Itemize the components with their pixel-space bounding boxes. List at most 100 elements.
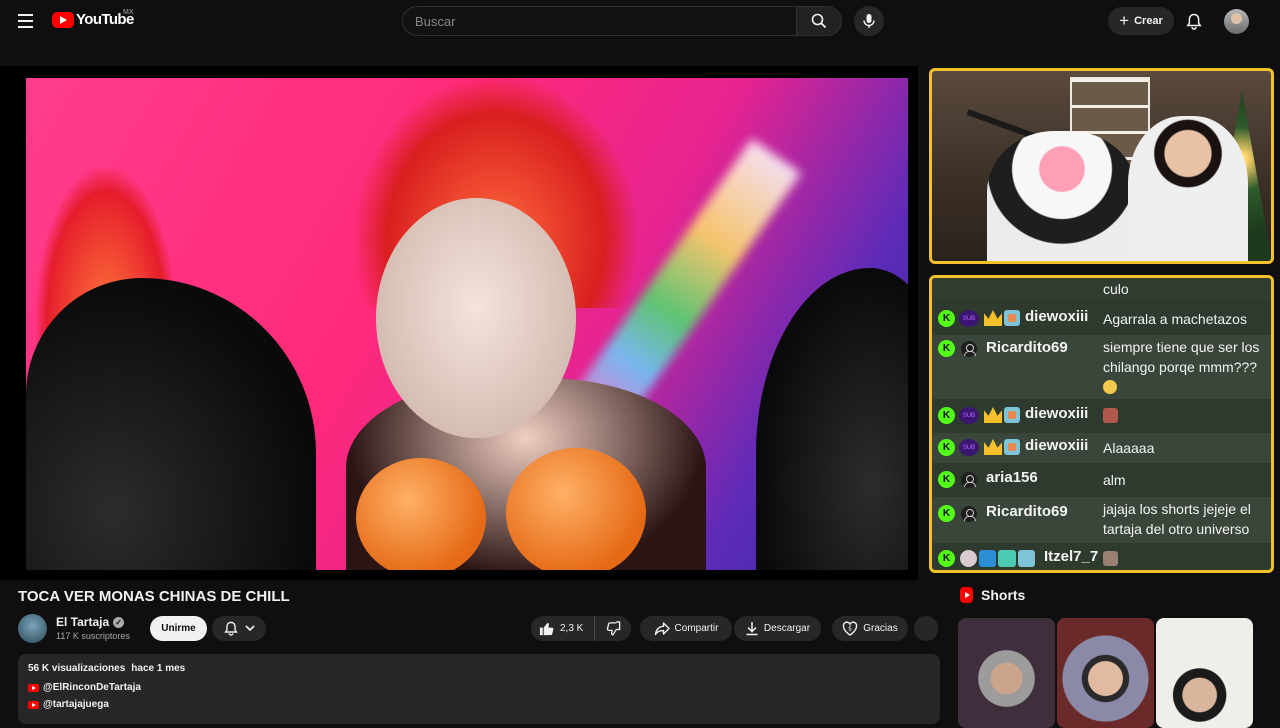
video-wing-left	[26, 278, 316, 570]
chat-message: alm	[1103, 472, 1126, 488]
description-link-label[interactable]: @tartajajuega	[43, 699, 109, 710]
chat-username: diewoxiii	[1025, 405, 1089, 422]
share-button[interactable]: Compartir	[640, 616, 732, 641]
video-figure-face	[376, 198, 576, 438]
kick-badge: K	[938, 340, 955, 357]
chat-username: Ricardito69	[986, 339, 1068, 356]
chat-message	[1103, 406, 1271, 426]
create-button[interactable]: + Crear	[1108, 7, 1174, 35]
chat-message-text: siempre tiene que ser los chilango porqe…	[1103, 339, 1260, 375]
subscriber-badge: SUB	[959, 439, 979, 456]
thanks-button[interactable]: $ Gracias	[832, 616, 908, 641]
short-thumbnail[interactable]	[1156, 618, 1253, 728]
upload-date: hace 1 mes	[131, 663, 186, 674]
webcam-streamer-left	[987, 131, 1137, 261]
description-link[interactable]: @ElRinconDeTartaja	[28, 682, 930, 693]
chat-overlay: culo K SUB diewoxiii Agarrala a machetaz…	[929, 275, 1274, 573]
badge-group	[960, 550, 1035, 567]
video-frame[interactable]	[26, 78, 908, 570]
region-code: MX	[123, 9, 134, 16]
youtube-icon	[28, 700, 39, 709]
kick-badge: K	[938, 407, 955, 424]
chat-username: diewoxiii	[1025, 437, 1089, 454]
thinking-emoji-icon	[1103, 380, 1117, 394]
share-label: Compartir	[674, 623, 719, 634]
chat-row: K SUB diewoxiii Alaaaaa	[932, 433, 1271, 463]
chat-row: culo	[932, 278, 1271, 300]
mic-icon	[863, 14, 875, 28]
youtube-icon	[28, 683, 39, 692]
bell-icon	[1186, 13, 1202, 30]
like-icon	[539, 622, 554, 636]
crown-icon	[984, 439, 1002, 455]
emote-icon	[1103, 408, 1118, 423]
description-link-label[interactable]: @ElRinconDeTartaja	[43, 682, 141, 693]
top-bar: YouTube MX Buscar + Crear	[0, 0, 1280, 42]
kick-badge: K	[938, 310, 955, 327]
plus-icon: +	[1119, 10, 1130, 30]
thanks-label: Gracias	[863, 623, 898, 634]
user-icon	[961, 472, 977, 488]
youtube-play-icon	[52, 11, 74, 28]
description-box[interactable]: 56 K visualizaciones hace 1 mes @ElRinco…	[18, 654, 940, 724]
search-icon	[811, 13, 827, 29]
badge-icon	[979, 550, 996, 567]
subscriber-badge: SUB	[959, 407, 979, 424]
svg-text:$: $	[848, 626, 852, 633]
youtube-logo[interactable]: YouTube	[52, 11, 134, 28]
chat-username: diewoxiii	[1025, 308, 1089, 325]
shorts-icon	[960, 587, 973, 603]
short-thumbnail[interactable]	[1057, 618, 1154, 728]
video-costume-orb-left	[356, 458, 486, 570]
voice-search-button[interactable]	[854, 6, 884, 36]
more-actions-button[interactable]	[914, 616, 938, 641]
description-link[interactable]: @tartajajuega	[28, 699, 930, 710]
chevron-down-icon	[244, 625, 255, 632]
view-count: 56 K visualizaciones	[28, 663, 126, 674]
like-button[interactable]: 2,3 K	[531, 616, 595, 641]
chat-row: K Ricardito69 jajaja los shorts jejeje e…	[932, 497, 1271, 543]
notifications-button[interactable]	[1182, 9, 1206, 33]
gift-icon	[1004, 439, 1020, 455]
subscriber-badge: SUB	[959, 310, 979, 327]
chat-username: Itzel7_7	[1044, 548, 1099, 565]
kick-badge: K	[938, 439, 955, 456]
channel-avatar[interactable]	[18, 614, 47, 643]
channel-name[interactable]: El Tartaja	[56, 615, 109, 629]
chat-row: K SUB diewoxiii Agarrala a machetazos	[932, 305, 1271, 333]
chat-row: K SUB diewoxiii	[932, 401, 1271, 431]
video-player[interactable]	[0, 66, 918, 580]
join-button[interactable]: Unirme	[150, 616, 207, 641]
badge-icon	[998, 550, 1016, 567]
channel-name-row[interactable]: El Tartaja ✓	[56, 615, 125, 629]
video-wing-right	[756, 268, 908, 570]
account-avatar[interactable]	[1224, 9, 1249, 34]
crown-icon	[984, 310, 1002, 326]
video-costume-orb-right	[506, 448, 646, 570]
dislike-button[interactable]	[595, 616, 631, 641]
short-thumbnail[interactable]	[958, 618, 1055, 728]
like-dislike-group: 2,3 K	[531, 616, 631, 641]
kick-badge: K	[938, 505, 955, 522]
search-button[interactable]	[796, 6, 842, 36]
video-title: TOCA VER MONAS CHINAS DE CHILL	[18, 588, 290, 605]
chat-row: K aria156 alm	[932, 465, 1271, 495]
chat-message: Agarrala a machetazos	[1103, 311, 1247, 327]
avatar-badge	[960, 550, 977, 567]
menu-icon[interactable]	[14, 10, 38, 32]
webcam-streamer-right	[1128, 116, 1248, 261]
search-input[interactable]: Buscar	[402, 6, 796, 36]
gift-icon	[1004, 310, 1020, 326]
chat-message	[1103, 549, 1271, 569]
user-icon	[961, 506, 977, 522]
share-icon	[654, 621, 670, 635]
subscription-bell-button[interactable]	[212, 616, 266, 641]
chat-row: K Ricardito69 siempre tiene que ser los …	[932, 335, 1271, 399]
download-button[interactable]: Descargar	[734, 616, 821, 641]
subscriber-count: 117 K suscriptores	[56, 631, 130, 641]
verified-icon: ✓	[113, 616, 125, 628]
gift-icon	[1004, 407, 1020, 423]
download-label: Descargar	[763, 623, 811, 634]
webcam-overlay	[929, 68, 1274, 264]
chat-username: aria156	[986, 469, 1038, 486]
